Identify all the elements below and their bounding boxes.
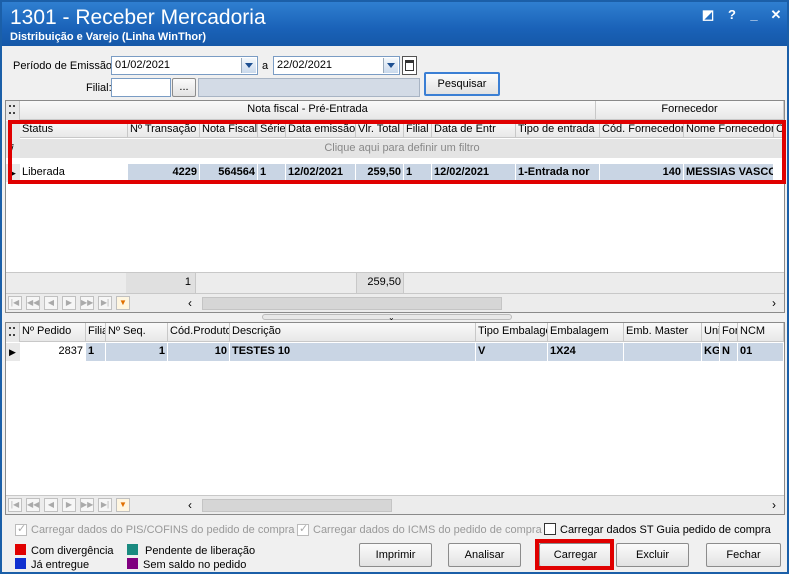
table-cell[interactable]: TESTES 10 xyxy=(230,343,476,361)
items-row-indicator-icon: ▶ xyxy=(6,343,20,361)
band-nota-fiscal: Nota fiscal - Pré-Entrada xyxy=(20,101,596,120)
next-page-icon[interactable]: ▶▶ xyxy=(80,296,94,310)
items-grid: Nº PedidoFiliaNº Seq.Cód.ProdutoDescriçã… xyxy=(5,322,785,515)
items-next-record-icon[interactable]: ▶ xyxy=(62,498,76,512)
excluir-button[interactable]: Excluir xyxy=(616,543,689,567)
main-window: 1301 - Receber Mercadoria Distribuição e… xyxy=(0,0,789,574)
minimize-icon[interactable]: _ xyxy=(745,7,763,23)
st-guia-checkbox[interactable] xyxy=(544,523,556,535)
table-cell[interactable]: 01 xyxy=(738,343,784,361)
column-header[interactable]: NCM xyxy=(738,323,784,342)
icms-label: Carregar dados do ICMS do pedido de comp… xyxy=(313,524,542,536)
legend-teal-swatch xyxy=(127,544,138,555)
column-header[interactable]: Emb. Master xyxy=(624,323,702,342)
items-next-page-icon[interactable]: ▶▶ xyxy=(80,498,94,512)
a-label: a xyxy=(262,60,269,72)
items-first-record-icon[interactable]: |◀ xyxy=(8,498,22,512)
next-record-icon[interactable]: ▶ xyxy=(62,296,76,310)
first-record-icon[interactable]: |◀ xyxy=(8,296,22,310)
splitter[interactable]: ⌄ xyxy=(262,313,512,322)
close-icon[interactable]: ✕ xyxy=(767,7,785,23)
items-prev-page-icon[interactable]: ◀◀ xyxy=(26,498,40,512)
items-filter-funnel-icon[interactable]: ▼ xyxy=(116,498,130,512)
column-header[interactable]: Nº Pedido xyxy=(20,323,86,342)
table-cell[interactable]: 1X24 xyxy=(548,343,624,361)
table-cell[interactable]: 10 xyxy=(168,343,230,361)
column-header[interactable]: Tipo Embalage xyxy=(476,323,548,342)
horizontal-scrollbar[interactable] xyxy=(202,297,502,310)
footer-summary: 1 259,50 xyxy=(6,272,784,293)
scroll-right-icon[interactable]: › xyxy=(772,296,776,310)
prev-page-icon[interactable]: ◀◀ xyxy=(26,296,40,310)
scroll-left-icon[interactable]: ‹ xyxy=(188,296,192,310)
legend-ja-entregue: Já entregue xyxy=(31,559,90,571)
legend-com-divergencia: Com divergência xyxy=(31,545,114,557)
legend-pendente: Pendente de liberação xyxy=(145,545,256,557)
filter-funnel-icon[interactable]: ▼ xyxy=(116,296,130,310)
items-scroll-right-icon[interactable]: › xyxy=(772,498,776,512)
table-cell[interactable]: V xyxy=(476,343,548,361)
column-header[interactable]: Nº Seq. xyxy=(106,323,168,342)
table-cell[interactable]: 2837 xyxy=(20,343,86,361)
highlight-grid-row xyxy=(8,120,786,184)
items-prev-record-icon[interactable]: ◀ xyxy=(44,498,58,512)
date-from-dropdown-icon[interactable] xyxy=(241,58,256,73)
date-to-dropdown-icon[interactable] xyxy=(383,58,398,73)
items-column-chooser-icon[interactable] xyxy=(6,323,20,342)
table-cell[interactable]: 1 xyxy=(86,343,106,361)
date-to-input[interactable]: 22/02/2021 xyxy=(273,56,400,75)
band-fornecedor: Fornecedor xyxy=(596,101,784,120)
footer-total: 259,50 xyxy=(356,273,404,293)
column-header[interactable]: For xyxy=(720,323,738,342)
legend-sem-saldo: Sem saldo no pedido xyxy=(143,559,247,571)
table-cell[interactable]: N xyxy=(720,343,738,361)
column-header[interactable]: Embalagem xyxy=(548,323,624,342)
title-bar: 1301 - Receber Mercadoria Distribuição e… xyxy=(2,2,787,46)
legend-red-swatch xyxy=(15,544,26,555)
table-cell[interactable]: KG xyxy=(702,343,720,361)
legend-purple-swatch xyxy=(127,558,138,569)
icms-checkbox[interactable]: ✓ xyxy=(297,523,309,536)
filial-label: Filial: xyxy=(86,82,112,94)
items-last-record-icon[interactable]: ▶| xyxy=(98,498,112,512)
restore-icon[interactable]: ◩ xyxy=(699,7,717,23)
items-horizontal-scrollbar[interactable] xyxy=(202,499,392,512)
highlight-carregar xyxy=(535,539,614,570)
items-navigation-bar: |◀ ◀◀ ◀ ▶ ▶▶ ▶| ▼ ‹ › xyxy=(6,495,784,514)
date-from-input[interactable]: 01/02/2021 xyxy=(111,56,258,75)
pis-cofins-label: Carregar dados do PIS/COFINS do pedido d… xyxy=(31,524,295,536)
window-subtitle: Distribuição e Varejo (Linha WinThor) xyxy=(10,31,207,43)
st-guia-label: Carregar dados ST Guia pedido de compra xyxy=(560,524,771,536)
column-header[interactable]: Cód.Produto xyxy=(168,323,230,342)
fechar-button[interactable]: Fechar xyxy=(706,543,781,567)
items-scroll-left-icon[interactable]: ‹ xyxy=(188,498,192,512)
column-header[interactable]: Uni xyxy=(702,323,720,342)
column-header[interactable]: Descrição xyxy=(230,323,476,342)
filial-search-button[interactable]: ... xyxy=(172,78,196,97)
imprimir-button[interactable]: Imprimir xyxy=(359,543,432,567)
footer-count: 1 xyxy=(126,273,196,293)
last-record-icon[interactable]: ▶| xyxy=(98,296,112,310)
search-button[interactable]: Pesquisar xyxy=(424,72,500,96)
pis-cofins-checkbox[interactable]: ✓ xyxy=(15,523,27,536)
help-icon[interactable]: ? xyxy=(723,7,741,23)
calendar-icon[interactable] xyxy=(402,56,417,75)
prev-record-icon[interactable]: ◀ xyxy=(44,296,58,310)
legend-blue-swatch xyxy=(15,558,26,569)
window-title: 1301 - Receber Mercadoria xyxy=(10,6,266,29)
navigation-bar: |◀ ◀◀ ◀ ▶ ▶▶ ▶| ▼ ‹ › xyxy=(6,293,784,312)
analisar-button[interactable]: Analisar xyxy=(448,543,521,567)
periodo-label: Período de Emissão: xyxy=(13,60,116,72)
filial-input[interactable] xyxy=(111,78,171,97)
table-cell[interactable] xyxy=(624,343,702,361)
filial-name-display xyxy=(198,78,420,97)
table-cell[interactable]: 1 xyxy=(106,343,168,361)
column-chooser-icon[interactable] xyxy=(6,101,20,120)
column-header[interactable]: Filia xyxy=(86,323,106,342)
